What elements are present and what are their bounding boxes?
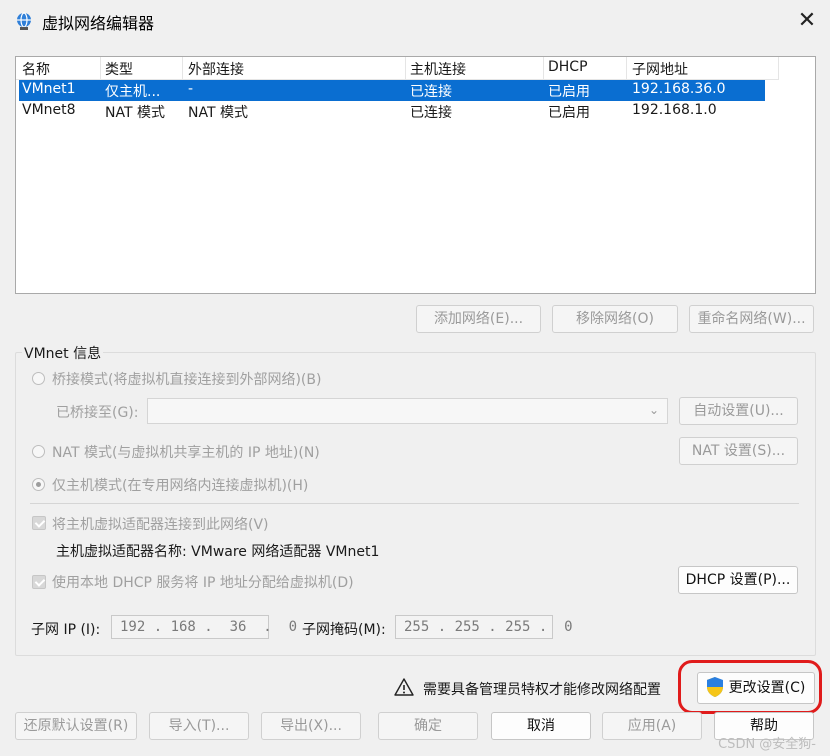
use-dhcp-checkbox[interactable] — [32, 575, 46, 589]
rename-network-button[interactable]: 重命名网络(W)... — [689, 305, 814, 333]
host-only-mode-radio[interactable] — [32, 478, 45, 491]
bridge-mode-radio[interactable] — [32, 372, 45, 385]
connect-adapter-label: 将主机虚拟适配器连接到此网络(V) — [52, 517, 269, 533]
network-globe-icon — [17, 12, 31, 30]
nat-mode-radio[interactable] — [32, 445, 45, 458]
subnet-ip-label: 子网 IP (I): — [31, 622, 101, 638]
subnet-mask-label: 子网掩码(M): — [302, 622, 386, 638]
col-subnet[interactable]: 子网地址 — [632, 59, 688, 79]
window-title: 虚拟网络编辑器 — [42, 14, 155, 33]
col-external[interactable]: 外部连接 — [188, 59, 244, 79]
import-button[interactable]: 导入(T)... — [149, 712, 249, 740]
row-dhcp: 已启用 — [548, 84, 590, 100]
row-dhcp: 已启用 — [548, 105, 590, 121]
row-name: VMnet1 — [22, 81, 76, 97]
row-subnet: 192.168.1.0 — [632, 102, 717, 118]
export-button[interactable]: 导出(X)... — [261, 712, 361, 740]
bridge-mode-label: 桥接模式(将虚拟机直接连接到外部网络)(B) — [52, 372, 322, 388]
bridged-to-label: 已桥接至(G): — [56, 405, 139, 421]
row-external: NAT 模式 — [188, 105, 248, 121]
watermark: CSDN @安全狗- — [718, 737, 816, 752]
nat-settings-button[interactable]: NAT 设置(S)... — [679, 437, 798, 465]
subnet-ip-field[interactable]: 192 . 168 . 36 . 0 — [111, 615, 297, 639]
add-network-button[interactable]: 添加网络(E)... — [416, 305, 541, 333]
vmnet-info-label: VMnet 信息 — [22, 343, 104, 363]
bridged-to-select[interactable]: ⌄ — [147, 398, 668, 424]
chevron-down-icon: ⌄ — [648, 403, 659, 417]
close-icon[interactable]: ✕ — [794, 8, 820, 34]
restore-defaults-button[interactable]: 还原默认设置(R) — [15, 712, 137, 740]
col-type[interactable]: 类型 — [105, 59, 133, 79]
row-host: 已连接 — [410, 105, 452, 121]
col-dhcp[interactable]: DHCP — [548, 59, 588, 75]
divider — [30, 503, 799, 504]
col-name[interactable]: 名称 — [22, 59, 50, 79]
auto-settings-button[interactable]: 自动设置(U)... — [679, 397, 798, 425]
row-type: 仅主机... — [105, 84, 161, 100]
row-subnet: 192.168.36.0 — [632, 81, 726, 97]
apply-button[interactable]: 应用(A) — [602, 712, 702, 740]
row-name: VMnet8 — [22, 102, 76, 118]
highlight-ring — [678, 660, 822, 714]
adapter-name-text: 主机虚拟适配器名称: VMware 网络适配器 VMnet1 — [56, 544, 380, 560]
use-dhcp-label: 使用本地 DHCP 服务将 IP 地址分配给虚拟机(D) — [52, 575, 354, 591]
connect-adapter-checkbox[interactable] — [32, 516, 46, 530]
warning-icon — [394, 678, 414, 696]
table-row[interactable]: VMnet1 仅主机... - 已连接 已启用 192.168.36.0 — [19, 80, 765, 101]
row-external: - — [188, 81, 194, 97]
table-row[interactable]: VMnet8 NAT 模式 NAT 模式 已连接 已启用 192.168.1.0 — [19, 101, 765, 122]
admin-warning-text: 需要具备管理员特权才能修改网络配置 — [423, 682, 661, 698]
network-list[interactable]: 名称 类型 外部连接 主机连接 DHCP 子网地址 VMnet1 仅主机... … — [15, 56, 816, 294]
col-host[interactable]: 主机连接 — [410, 59, 466, 79]
nat-mode-label: NAT 模式(与虚拟机共享主机的 IP 地址)(N) — [52, 445, 320, 461]
cancel-button[interactable]: 取消 — [491, 712, 591, 740]
dhcp-settings-button[interactable]: DHCP 设置(P)... — [678, 566, 798, 594]
remove-network-button[interactable]: 移除网络(O) — [552, 305, 678, 333]
row-type: NAT 模式 — [105, 105, 165, 121]
list-header: 名称 类型 外部连接 主机连接 DHCP 子网地址 — [16, 57, 779, 80]
host-only-mode-label: 仅主机模式(在专用网络内连接虚拟机)(H) — [52, 478, 309, 494]
ok-button[interactable]: 确定 — [378, 712, 478, 740]
title-bar: 虚拟网络编辑器 ✕ — [0, 0, 830, 42]
row-host: 已连接 — [410, 84, 452, 100]
subnet-mask-field[interactable]: 255 . 255 . 255 . 0 — [395, 615, 573, 639]
